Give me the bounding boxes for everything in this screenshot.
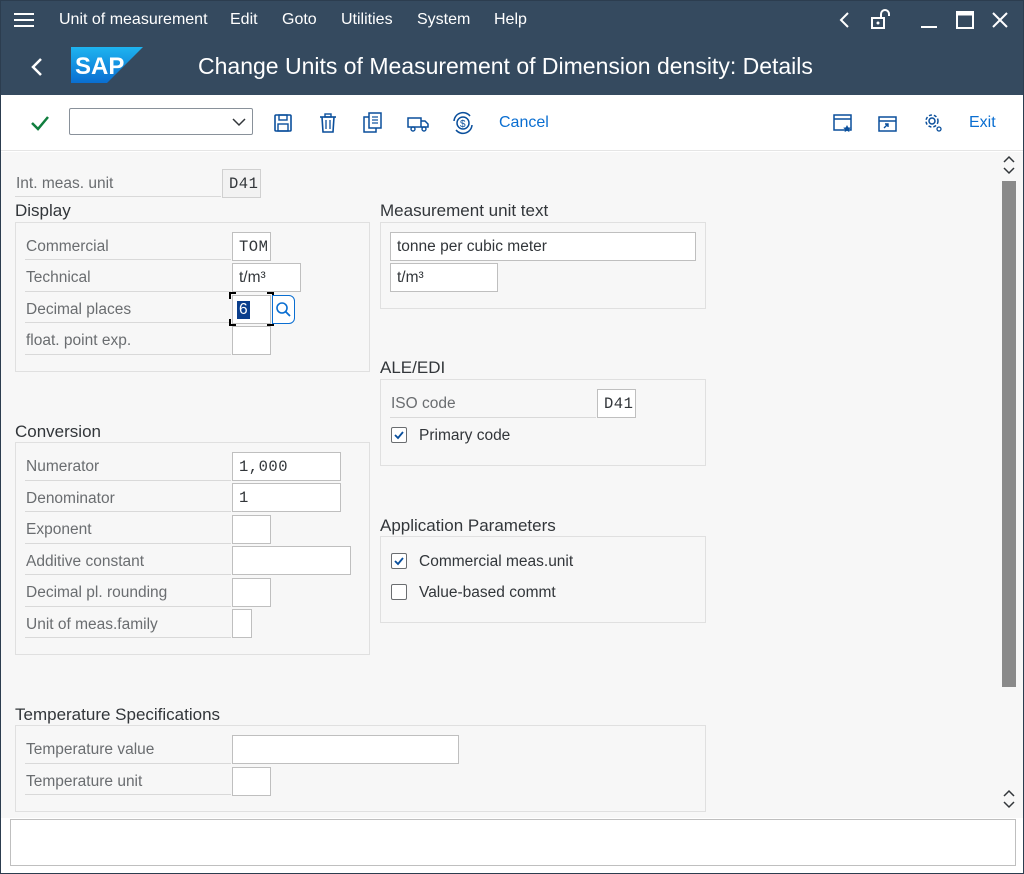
menu-utilities[interactable]: Utilities xyxy=(341,11,393,29)
cancel-button[interactable]: Cancel xyxy=(499,114,549,132)
value-based-commt-checkbox[interactable] xyxy=(391,584,407,600)
page-title: Change Units of Measurement of Dimension… xyxy=(198,53,813,79)
divider xyxy=(15,196,221,197)
divider xyxy=(25,322,231,323)
new-session-icon[interactable] xyxy=(874,109,902,137)
favorites-window-icon[interactable] xyxy=(829,109,857,137)
command-field[interactable] xyxy=(69,108,253,135)
float-point-exp-field[interactable] xyxy=(232,326,271,355)
application-parameters-group xyxy=(380,536,706,623)
commercial-field[interactable]: TOM xyxy=(232,232,271,261)
denominator-field[interactable]: 1 xyxy=(232,483,341,512)
divider xyxy=(25,480,231,481)
exit-button[interactable]: Exit xyxy=(969,114,996,132)
temperature-unit-field[interactable] xyxy=(232,767,271,796)
commercial-meas-unit-checkbox[interactable] xyxy=(391,553,407,569)
iso-code-label: ISO code xyxy=(391,395,456,412)
status-bar[interactable] xyxy=(10,819,1016,866)
focus-corner xyxy=(229,292,236,299)
exponent-field[interactable] xyxy=(232,515,271,544)
hamburger-menu-icon[interactable] xyxy=(14,12,34,28)
denominator-label: Denominator xyxy=(26,490,115,507)
primary-code-label: Primary code xyxy=(419,427,511,444)
close-icon[interactable] xyxy=(986,7,1014,33)
ale-edi-group xyxy=(380,379,706,466)
temperature-unit-label: Temperature unit xyxy=(26,773,143,790)
maximize-icon[interactable] xyxy=(951,7,979,33)
int-meas-unit-label: Int. meas. unit xyxy=(16,175,114,192)
currency-exchange-icon[interactable]: $ xyxy=(449,109,477,137)
save-icon[interactable] xyxy=(269,109,297,137)
divider xyxy=(25,574,231,575)
additive-constant-label: Additive constant xyxy=(26,553,145,570)
scroll-up-icon[interactable] xyxy=(1001,153,1017,177)
enter-check-icon[interactable] xyxy=(26,109,54,137)
conversion-section-title: Conversion xyxy=(15,422,101,441)
technical-field[interactable]: t/m³ xyxy=(232,263,301,292)
int-meas-unit-field: D41 xyxy=(222,169,261,198)
temperature-value-label: Temperature value xyxy=(26,741,155,758)
divider xyxy=(25,543,231,544)
iso-code-field[interactable]: D41 xyxy=(597,389,636,418)
divider xyxy=(25,794,231,795)
application-parameters-title: Application Parameters xyxy=(380,516,556,535)
menu-system[interactable]: System xyxy=(417,11,470,29)
temperature-section-title: Temperature Specifications xyxy=(15,705,221,724)
measurement-unit-text-title: Measurement unit text xyxy=(380,201,549,220)
application-toolbar: $ Cancel Exit xyxy=(1,95,1023,151)
title-bar: SAP Change Units of Measurement of Dimen… xyxy=(1,39,1023,95)
focus-corner xyxy=(229,319,236,326)
scroll-down-icon[interactable] xyxy=(1001,787,1017,811)
sap-logo: SAP xyxy=(71,47,143,83)
value-help-search-icon[interactable] xyxy=(272,295,295,324)
chevron-left-icon[interactable] xyxy=(831,7,859,33)
divider xyxy=(25,259,231,260)
exponent-label: Exponent xyxy=(26,521,92,538)
divider xyxy=(25,354,231,355)
value-based-commt-label: Value-based commt xyxy=(419,584,556,601)
menu-edit[interactable]: Edit xyxy=(230,11,258,29)
svg-text:$: $ xyxy=(460,119,466,130)
commercial-meas-unit-label: Commercial meas.unit xyxy=(419,553,574,570)
unit-long-text-field[interactable]: tonne per cubic meter xyxy=(390,232,696,261)
chevron-down-icon[interactable] xyxy=(230,113,248,131)
decimal-places-value: 6 xyxy=(237,301,250,319)
back-arrow-icon[interactable] xyxy=(23,53,51,81)
decimal-rounding-label: Decimal pl. rounding xyxy=(26,584,168,601)
copy-document-icon[interactable] xyxy=(359,109,387,137)
commercial-label: Commercial xyxy=(26,238,109,255)
divider xyxy=(25,511,231,512)
divider xyxy=(25,763,231,764)
float-point-exp-label: float. point exp. xyxy=(26,332,132,349)
menu-goto[interactable]: Goto xyxy=(282,11,317,29)
menu-help[interactable]: Help xyxy=(494,11,527,29)
unit-short-text-field[interactable]: t/m³ xyxy=(390,263,498,292)
unlock-icon[interactable] xyxy=(867,7,895,33)
display-section-title: Display xyxy=(15,201,71,220)
menu-unit-of-measurement[interactable]: Unit of measurement xyxy=(59,11,208,29)
delete-trash-icon[interactable] xyxy=(314,109,342,137)
shipping-truck-icon[interactable] xyxy=(404,109,432,137)
divider xyxy=(390,417,596,418)
decimal-places-label: Decimal places xyxy=(26,301,132,318)
menu-bar: Unit of measurement Edit Goto Utilities … xyxy=(1,1,1023,39)
unit-family-label: Unit of meas.family xyxy=(26,616,158,633)
divider xyxy=(25,606,231,607)
sap-logo-text: SAP xyxy=(75,53,124,80)
scrollbar-thumb[interactable] xyxy=(1002,181,1016,687)
additive-constant-field[interactable] xyxy=(232,546,351,575)
ale-edi-title: ALE/EDI xyxy=(380,358,446,377)
minimize-icon[interactable] xyxy=(915,7,943,33)
unit-family-field[interactable] xyxy=(232,609,252,638)
decimal-rounding-field[interactable] xyxy=(232,578,271,607)
divider xyxy=(25,637,231,638)
temperature-value-field[interactable] xyxy=(232,735,459,764)
technical-label: Technical xyxy=(26,269,91,286)
settings-gear-icon[interactable] xyxy=(919,109,947,137)
divider xyxy=(25,291,231,292)
numerator-field[interactable]: 1,000 xyxy=(232,452,341,481)
sap-window: Unit of measurement Edit Goto Utilities … xyxy=(0,0,1024,874)
numerator-label: Numerator xyxy=(26,458,100,475)
primary-code-checkbox[interactable] xyxy=(391,427,407,443)
